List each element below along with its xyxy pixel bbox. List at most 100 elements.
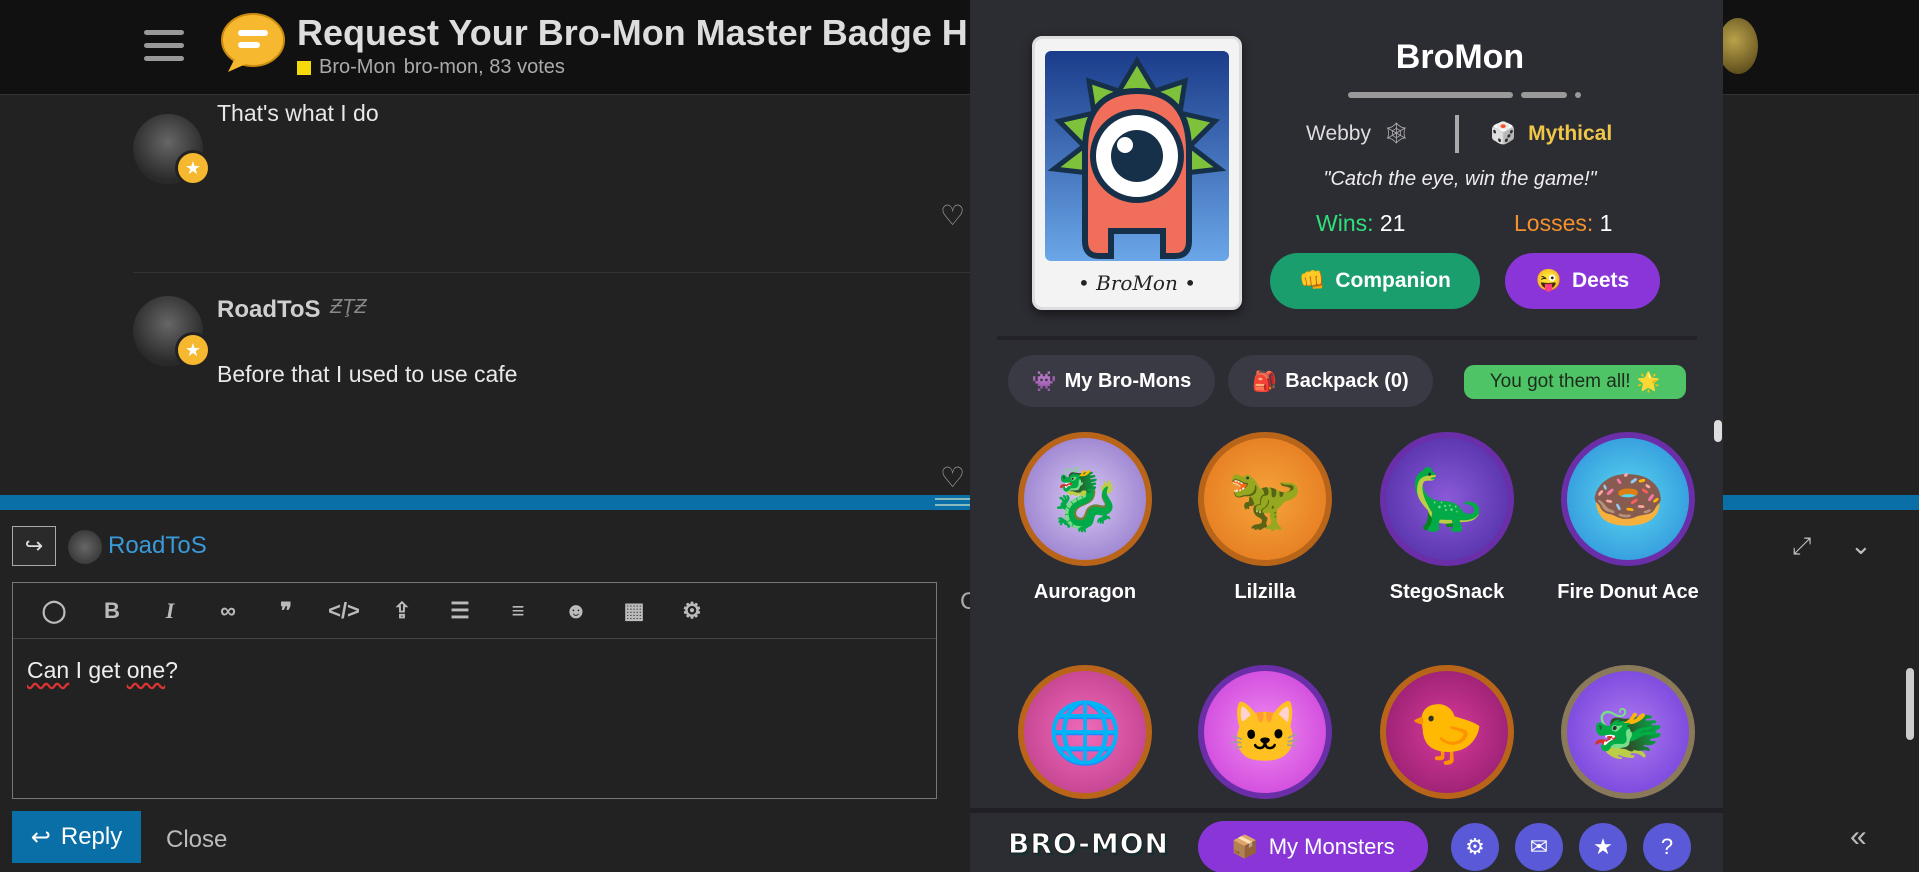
reply-to-user[interactable]: RoadToS xyxy=(108,532,207,560)
collection-complete-badge: You got them all! 🌟 xyxy=(1464,365,1686,399)
hamburger-menu-icon[interactable] xyxy=(144,30,184,64)
dice-icon: 🎲 xyxy=(1490,122,1517,145)
backpack-icon: 🎒 xyxy=(1252,370,1278,393)
chrome-mon-avatar: 🌐 xyxy=(1018,665,1152,799)
bromon-item[interactable]: 🐱 xyxy=(1180,665,1350,799)
web-icon: 🕸 xyxy=(1382,122,1410,145)
help-icon[interactable]: ? xyxy=(1643,823,1691,871)
bold-icon[interactable]: B xyxy=(83,591,141,631)
tab-backpack[interactable]: 🎒 Backpack (0) xyxy=(1228,355,1433,407)
bromon-item[interactable]: 🦕 StegoSnack xyxy=(1362,432,1532,605)
stegosnack-avatar: 🦕 xyxy=(1380,432,1514,566)
like-heart-icon[interactable]: ♡ xyxy=(940,464,970,492)
alien-monster-icon: 👾 xyxy=(1031,370,1057,393)
companion-button[interactable]: 👊 Companion xyxy=(1270,253,1480,309)
gear-icon[interactable]: ⚙ xyxy=(663,591,721,631)
category-link[interactable]: Bro-Mon xyxy=(319,56,396,79)
bromon-item[interactable]: 🐤 xyxy=(1362,665,1532,799)
cat-mon-avatar: 🐱 xyxy=(1198,665,1332,799)
code-icon[interactable]: </> xyxy=(315,591,373,631)
italic-icon[interactable]: I xyxy=(141,591,199,631)
chrome-ball-icon: 🌐 xyxy=(1047,698,1123,766)
grip-icon[interactable] xyxy=(935,498,975,506)
losses-label: Losses: xyxy=(1514,210,1594,236)
like-heart-icon[interactable]: ♡ xyxy=(940,202,970,230)
reply-button-label: Reply xyxy=(60,823,123,850)
name-underline xyxy=(1348,92,1581,98)
losses-stat: Losses: 1 xyxy=(1514,210,1612,237)
editor-word: one xyxy=(126,657,166,683)
post-body: Before that I used to use cafe xyxy=(217,361,518,387)
editor-toolbar: ◯ B I ∞ ❞ </> ⇪ ☰ ≡ ☻ ▦ ⚙ xyxy=(13,583,936,639)
blockquote-icon[interactable]: ❞ xyxy=(257,591,315,631)
bromon-logo: BRO-MON xyxy=(1008,827,1169,861)
bromon-panel: • BroMon • BroMon Webby 🕸 🎲 Mythical "Ca… xyxy=(970,0,1723,872)
emoji-icon[interactable]: ☻ xyxy=(547,591,605,631)
chat-icon[interactable]: ✉ xyxy=(1515,823,1563,871)
editor-word: Can xyxy=(27,657,70,683)
eye-monster-icon xyxy=(1047,56,1227,259)
bromon-quote: "Catch the eye, win the game!" xyxy=(1323,168,1597,190)
topic-meta: Bro-Mon bro-mon, 83 votes xyxy=(297,56,565,79)
post-username[interactable]: RoadToS xyxy=(217,296,321,324)
bromon-item[interactable]: 🐲 xyxy=(1543,665,1713,799)
bromon-item[interactable]: 🐉 Auroragon xyxy=(1000,432,1170,605)
calendar-icon[interactable]: ▦ xyxy=(605,591,663,631)
card-label: • BroMon • xyxy=(1077,271,1196,295)
panel-scrollbar[interactable] xyxy=(1714,420,1722,442)
editor-textarea[interactable]: Can I get one? xyxy=(13,639,936,702)
star-badge-icon: ★ xyxy=(175,150,211,186)
panel-divider xyxy=(997,336,1697,340)
rarity-label: Mythical xyxy=(1528,122,1613,145)
fullscreen-expand-icon[interactable]: ⤢ xyxy=(1792,533,1811,561)
fire-donut-ace-avatar: 🍩 xyxy=(1561,432,1695,566)
link-icon[interactable]: ∞ xyxy=(199,591,257,631)
editor[interactable]: ◯ B I ∞ ❞ </> ⇪ ☰ ≡ ☻ ▦ ⚙ Can I get one? xyxy=(12,582,937,799)
losses-value: 1 xyxy=(1599,210,1613,236)
star-badge-icon: ★ xyxy=(175,332,211,368)
collapse-composer-icon[interactable]: ⌄ xyxy=(1850,530,1872,561)
bullet-list-icon[interactable]: ☰ xyxy=(431,591,489,631)
my-monsters-button[interactable]: 📦 My Monsters xyxy=(1198,821,1428,872)
cat-icon: 🐱 xyxy=(1227,698,1303,766)
bromon-card[interactable]: • BroMon • xyxy=(1032,36,1242,310)
topic-tags[interactable]: bro-mon, 83 votes xyxy=(404,56,565,79)
site-logo-icon[interactable] xyxy=(220,12,286,74)
bromon-card-art xyxy=(1045,51,1229,261)
wins-value: 21 xyxy=(1379,210,1406,236)
bromon-item[interactable]: 🦖 Lilzilla xyxy=(1180,432,1350,605)
tab-my-bromons[interactable]: 👾 My Bro-Mons xyxy=(1008,355,1215,407)
hydra-mon-avatar: 🐲 xyxy=(1561,665,1695,799)
bromon-item[interactable]: 🌐 xyxy=(1000,665,1170,799)
bromon-footer: BRO-MON 📦 My Monsters ⚙ ✉ ★ ? xyxy=(970,808,1723,872)
got-all-label: You got them all! xyxy=(1489,371,1631,392)
close-composer-button[interactable]: Close xyxy=(166,826,227,854)
stegosaurus-icon: 🦕 xyxy=(1409,465,1485,533)
page-scrollbar[interactable] xyxy=(1906,668,1914,740)
deets-label: Deets xyxy=(1571,269,1630,292)
hydra-icon: 🐲 xyxy=(1590,698,1666,766)
numbered-list-icon[interactable]: ≡ xyxy=(489,591,547,631)
donut-icon: 🍩 xyxy=(1590,465,1666,533)
companion-label: Companion xyxy=(1335,269,1451,292)
reply-action-button[interactable]: ↪ xyxy=(12,526,56,566)
settings-gear-icon[interactable]: ⚙ xyxy=(1451,823,1499,871)
user-avatar[interactable] xyxy=(1718,18,1758,74)
star-icon[interactable]: ★ xyxy=(1579,823,1627,871)
reply-button[interactable]: ↩ Reply xyxy=(12,811,141,863)
wins-label: Wins: xyxy=(1316,210,1374,236)
bromon-name-label: Auroragon xyxy=(1033,581,1137,603)
bromon-item[interactable]: 🍩 Fire Donut Ace xyxy=(1543,432,1713,605)
user-flair: ƵŢƵ xyxy=(330,296,367,318)
category-color-badge xyxy=(297,60,311,75)
double-chevron-left-icon[interactable]: « xyxy=(1850,820,1867,854)
bromon-name-label: Lilzilla xyxy=(1234,581,1296,603)
bromon-name: BroMon xyxy=(1395,38,1525,76)
dinosaur-icon: 🦖 xyxy=(1227,465,1303,533)
topic-title[interactable]: Request Your Bro-Mon Master Badge H xyxy=(297,12,977,54)
dragon-icon: 🐉 xyxy=(1047,465,1123,533)
quote-bubble-icon[interactable]: ◯ xyxy=(25,591,83,631)
deets-button[interactable]: 😜 Deets xyxy=(1505,253,1660,309)
upload-icon[interactable]: ⇪ xyxy=(373,591,431,631)
type-separator xyxy=(1455,115,1459,153)
